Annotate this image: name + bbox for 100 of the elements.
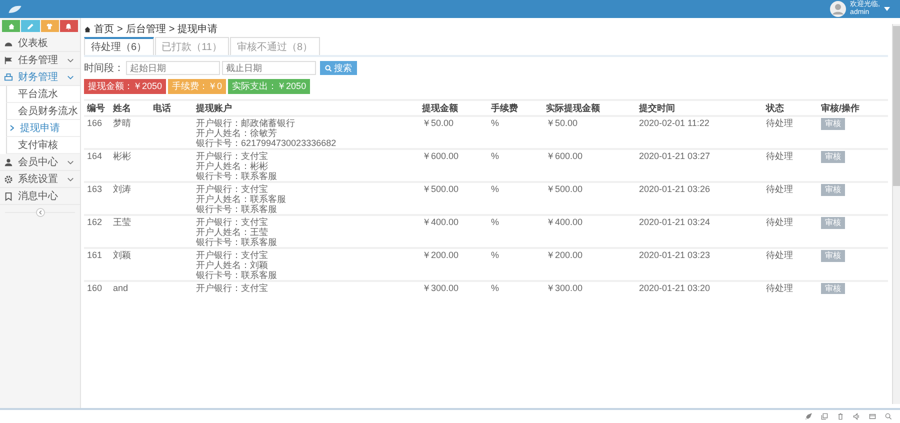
table-cell-text: ￥200.00 <box>546 250 584 262</box>
table-cell-text: 开户银行：支付宝 <box>196 250 269 260</box>
bell-icon <box>65 22 72 30</box>
table-cell-text: ￥200.00 <box>422 250 460 262</box>
trash-icon[interactable] <box>837 413 844 420</box>
table-cell-text: 开户人姓名：联系客服 <box>196 194 287 204</box>
table-cell-text: ￥400.00 <box>422 217 460 229</box>
shirt-icon <box>46 22 54 30</box>
column-header: 电话 <box>153 102 172 114</box>
table-cell-text: 王莹 <box>113 217 132 229</box>
scrollbar-thumb[interactable] <box>893 26 900 186</box>
submenu-item[interactable]: 提现申请 <box>6 120 80 137</box>
end-date-field[interactable]: 截止日期 <box>222 61 316 75</box>
table-cell-text: 开户人姓名：徐敏芳 <box>196 128 278 138</box>
breadcrumb-item: 提现申请 <box>178 22 218 36</box>
table-cell-text: 待处理 <box>766 184 794 196</box>
window-icon[interactable] <box>869 413 876 420</box>
collapse-icon[interactable] <box>36 208 44 216</box>
submenu-item[interactable]: 会员财务流水 <box>6 103 80 120</box>
column-header: 提交时间 <box>639 102 676 114</box>
table-cell-text: 开户人姓名：刘颖 <box>196 260 269 270</box>
column-header: 手续费 <box>491 102 519 114</box>
table-cell-text: % <box>491 151 500 163</box>
table-cell-text: 待处理 <box>766 118 794 130</box>
start-date-field[interactable]: 起始日期 <box>126 61 220 75</box>
gear-icon <box>4 174 13 184</box>
speaker-icon[interactable] <box>853 413 860 420</box>
sidebar-item[interactable]: 会员中心 <box>0 154 80 171</box>
flag-icon <box>4 56 13 64</box>
breadcrumb-separator: > <box>117 24 123 34</box>
scrollbar[interactable] <box>892 24 900 404</box>
notification-button[interactable] <box>60 20 78 32</box>
tab[interactable]: 待处理（6） <box>84 37 154 55</box>
table-cell-text: 银行卡号：联系客服 <box>196 237 278 247</box>
table-cell-text: 彬彬 <box>113 151 132 163</box>
search-icon[interactable] <box>885 413 892 420</box>
column-header: 提现金额 <box>422 102 459 114</box>
table-cell-text: 163 <box>87 184 104 196</box>
home-icon <box>8 22 15 30</box>
table-cell-text: 刘涛 <box>113 184 132 196</box>
breadcrumb-item[interactable]: 首页 <box>94 22 114 36</box>
table-cell-text: 银行卡号：联系客服 <box>196 204 278 214</box>
edit-button[interactable] <box>21 20 40 32</box>
table-cell-text: ￥500.00 <box>422 184 460 196</box>
table-cell-text: 刘颖 <box>113 250 132 262</box>
sidebar-item[interactable]: 任务管理 <box>0 52 80 69</box>
table-cell-text: ￥400.00 <box>546 217 584 229</box>
home-button[interactable] <box>2 20 20 32</box>
table-cell-text: ￥300.00 <box>546 283 584 294</box>
table-cell-text: 开户银行：支付宝 <box>196 283 269 293</box>
table-cell-text: 161 <box>87 250 104 262</box>
table-cell-text: 2020-01-21 03:23 <box>639 250 712 262</box>
table-cell-text: 2020-02-01 11:22 <box>639 118 710 130</box>
table-cell-text: ￥600.00 <box>422 151 460 163</box>
table-cell-text: 开户人姓名：王莹 <box>196 227 269 237</box>
submenu-item[interactable]: 支付审核 <box>6 137 80 154</box>
table-cell-text: 164 <box>87 151 104 163</box>
table-cell-text: % <box>491 217 500 229</box>
sidebar-item[interactable]: 系统设置 <box>0 171 80 188</box>
printer-icon <box>4 72 13 82</box>
table-cell-text: 开户银行：支付宝 <box>196 151 269 161</box>
table-cell-text: 银行卡号：6217994730023336682 <box>196 138 338 148</box>
table-cell-text: % <box>491 118 500 130</box>
table-cell-text: % <box>491 184 500 196</box>
table-cell-text: 待处理 <box>766 217 794 229</box>
table-cell-text: ￥50.00 <box>546 118 579 130</box>
table-cell-text: 162 <box>87 217 104 229</box>
summary-badge: 手续费：￥0 <box>168 79 226 94</box>
table-cell-text: 开户银行：支付宝 <box>196 184 269 194</box>
table-cell-text: and <box>113 283 130 294</box>
bookmark-icon <box>4 192 13 200</box>
table-cell-text: 银行卡号：联系客服 <box>196 270 278 280</box>
table-cell-text: % <box>491 283 500 294</box>
rocket-icon[interactable] <box>805 413 812 420</box>
chevron-icon <box>10 125 14 131</box>
caret-icon[interactable] <box>884 7 890 11</box>
user-icon <box>4 158 13 166</box>
breadcrumb-item[interactable]: 后台管理 <box>126 22 166 36</box>
table-cell-text: 160 <box>87 283 104 294</box>
table-cell-text: 开户银行：邮政储蓄银行 <box>196 118 296 128</box>
column-header: 审核/操作 <box>821 102 861 114</box>
breadcrumb-separator: > <box>168 24 175 34</box>
filter-label: 时间段： <box>84 62 124 75</box>
table-cell-text: 2020-01-21 03:24 <box>639 217 712 229</box>
table-cell-text: 待处理 <box>766 250 794 262</box>
column-header: 姓名 <box>113 102 132 114</box>
avatar-icon[interactable] <box>830 1 846 17</box>
table-cell-text: % <box>491 250 500 262</box>
summary-badge: 实际支出：￥2050 <box>228 79 310 94</box>
column-header: 编号 <box>87 102 106 114</box>
shirt-button[interactable] <box>40 20 59 32</box>
sidebar-item[interactable]: 仪表板 <box>0 35 80 52</box>
summary-badge: 提现金额：￥2050 <box>84 79 166 94</box>
copy-icon[interactable] <box>821 413 828 420</box>
submenu-item[interactable]: 平台流水 <box>6 86 80 103</box>
column-header: 实际提现金额 <box>546 102 601 114</box>
table-cell-text: 2020-01-21 03:27 <box>639 151 712 163</box>
table-cell-text: 待处理 <box>766 283 794 294</box>
search-icon <box>325 64 332 72</box>
column-header: 状态 <box>766 102 785 114</box>
